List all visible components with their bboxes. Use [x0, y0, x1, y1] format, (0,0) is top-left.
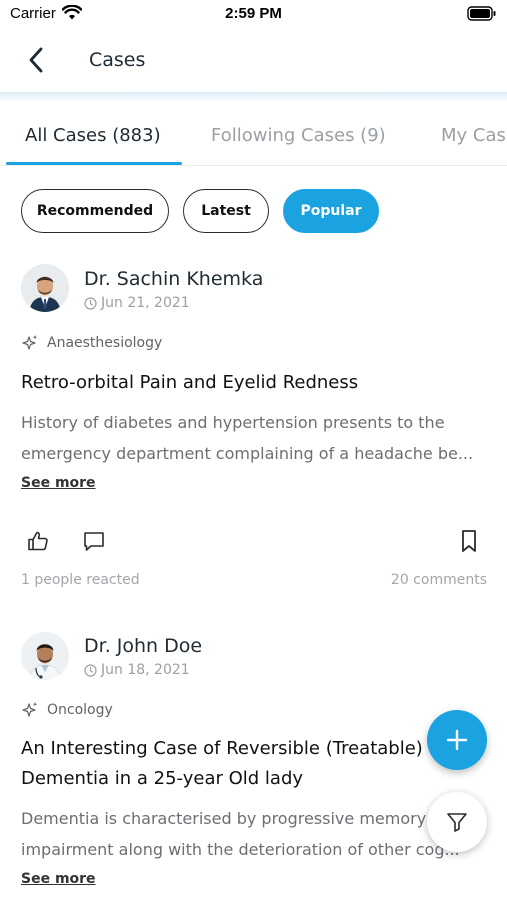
nav-divider — [0, 92, 507, 102]
see-more-link[interactable]: See more — [21, 475, 96, 491]
battery-icon — [467, 6, 496, 21]
case-description-line: impairment along with the deterioration … — [21, 840, 460, 859]
case-date-row: Jun 21, 2021 — [84, 295, 190, 311]
filter-icon — [447, 813, 467, 832]
plus-icon — [446, 729, 468, 751]
clock-icon — [84, 663, 97, 677]
case-specialty: Anaesthesiology — [47, 335, 163, 351]
tab-my-cases[interactable]: My Cases — [441, 125, 507, 146]
comments-count[interactable]: 20 comments — [391, 572, 487, 588]
case-author[interactable]: Dr. John Doe — [84, 635, 202, 657]
case-description-line: emergency department complaining of a he… — [21, 444, 474, 463]
add-case-button[interactable] — [427, 710, 487, 770]
case-title[interactable]: Retro-orbital Pain and Eyelid Redness — [21, 368, 491, 398]
back-button[interactable] — [18, 42, 54, 78]
nav-bar: Cases — [0, 30, 507, 92]
status-bar: Carrier 2:59 PM — [0, 0, 507, 30]
case-description-line: Dementia is characterised by progressive… — [21, 809, 427, 828]
case-tabs: All Cases (883) Following Cases (9) My C… — [0, 108, 507, 166]
case-date-row: Jun 18, 2021 — [84, 662, 190, 678]
tab-all-cases[interactable]: All Cases (883) — [25, 125, 161, 146]
filter-latest-chip[interactable]: Latest — [183, 189, 269, 233]
status-time: 2:59 PM — [225, 5, 282, 22]
case-date: Jun 18, 2021 — [101, 662, 190, 678]
thumbs-up-icon — [28, 531, 48, 551]
filter-popular-chip[interactable]: Popular — [283, 189, 379, 233]
sparkle-icon — [22, 335, 38, 350]
doctor-avatar-icon — [21, 264, 69, 312]
case-date: Jun 21, 2021 — [101, 295, 190, 311]
bookmark-icon — [462, 530, 476, 552]
avatar[interactable] — [21, 264, 69, 312]
comment-icon — [84, 532, 104, 551]
case-title[interactable]: An Interesting Case of Reversible (Treat… — [21, 734, 491, 764]
tab-following-cases[interactable]: Following Cases (9) — [211, 125, 386, 146]
case-specialty-row: Anaesthesiology — [21, 334, 162, 352]
chevron-left-icon — [29, 47, 43, 73]
case-description: History of diabetes and hypertension pre… — [21, 407, 491, 469]
case-author[interactable]: Dr. Sachin Khemka — [84, 268, 263, 290]
bookmark-button[interactable] — [455, 527, 483, 555]
filter-recommended-chip[interactable]: Recommended — [21, 189, 169, 233]
see-more-link[interactable]: See more — [21, 871, 96, 887]
clock-icon — [84, 296, 97, 310]
case-title[interactable]: Dementia in a 25-year Old lady — [21, 764, 491, 794]
reactions-count[interactable]: 1 people reacted — [21, 572, 140, 588]
case-specialty: Oncology — [47, 702, 113, 718]
sparkle-icon — [22, 702, 38, 717]
like-button[interactable] — [24, 527, 52, 555]
page-title: Cases — [89, 49, 146, 71]
comment-button[interactable] — [80, 527, 108, 555]
filter-button[interactable] — [427, 792, 487, 852]
tab-active-indicator — [6, 162, 182, 165]
case-specialty-row: Oncology — [21, 701, 113, 719]
doctor-avatar-icon — [21, 632, 69, 680]
avatar[interactable] — [21, 632, 69, 680]
case-description: Dementia is characterised by progressive… — [21, 803, 491, 865]
case-description-line: History of diabetes and hypertension pre… — [21, 413, 445, 432]
